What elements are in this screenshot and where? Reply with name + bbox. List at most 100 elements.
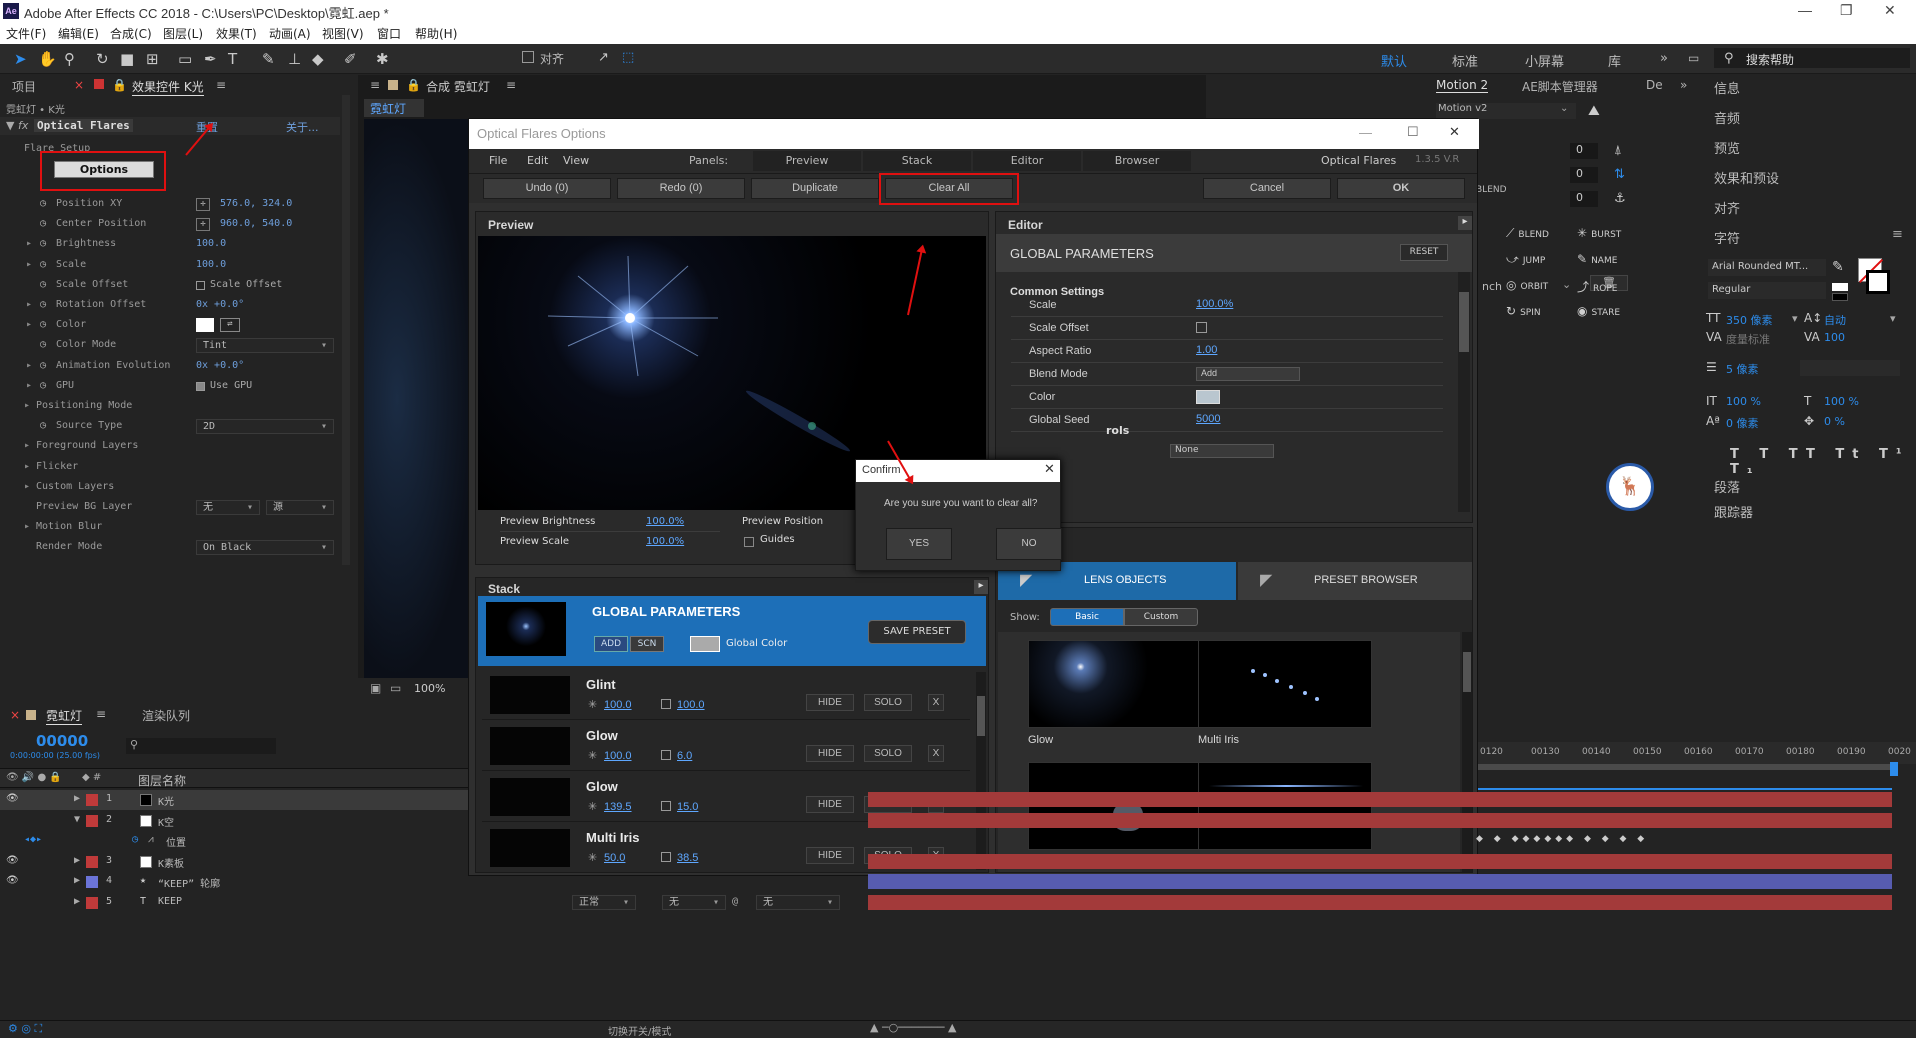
layer-duration-bar[interactable] <box>868 792 1892 807</box>
stroke-width-value[interactable]: 5 像素 <box>1726 361 1759 377</box>
lens-stare-button[interactable]: ◉ STARE <box>1577 304 1620 318</box>
effect-row-gpu[interactable]: ▸ ◷ GPU Use GPU <box>0 377 340 397</box>
effect-row-preview-bg-layer[interactable]: Preview BG Layer 无源 <box>0 498 340 518</box>
tab-timeline[interactable]: 霓虹灯 <box>46 707 83 725</box>
stack-brightness-value[interactable]: 100.0 <box>604 750 632 762</box>
effect-row-positioning-mode[interactable]: ▸ Positioning Mode <box>0 397 340 417</box>
monitor-icon[interactable]: ▭ <box>390 681 401 695</box>
white-swatch[interactable] <box>1832 283 1848 291</box>
zoom-slider[interactable]: ▲ ─○─────── ▲ <box>870 1021 957 1034</box>
menu-view[interactable]: View <box>563 154 589 167</box>
label-color[interactable] <box>86 896 98 909</box>
stopwatch-icon[interactable]: ◷ <box>40 218 46 229</box>
snap-target-icon[interactable]: ⬚ <box>622 50 634 65</box>
effect-row-custom-layers[interactable]: ▸ Custom Layers <box>0 478 340 498</box>
anchor-icon[interactable]: ⚓ <box>1614 191 1626 206</box>
eye-icon[interactable]: 👁 <box>6 875 19 886</box>
stack-brightness-value[interactable]: 50.0 <box>604 852 625 864</box>
effect-row-center-position[interactable]: ◷ Center Position ✛ 960.0, 540.0 <box>0 215 340 235</box>
eye-icon[interactable]: 👁 <box>6 855 19 866</box>
parent-select[interactable]: 无 <box>756 894 840 910</box>
vertical-scale-value[interactable]: 100 % <box>1726 395 1761 408</box>
minimize-icon[interactable]: — <box>1798 2 1812 18</box>
stack-row-glint[interactable]: Glint ✳ 100.0 100.0 HIDE SOLO X <box>482 672 970 720</box>
expand-icon[interactable]: ▸ <box>24 461 30 472</box>
black-swatch[interactable] <box>1832 293 1848 301</box>
menu-layer[interactable]: 图层(L) <box>163 25 203 42</box>
tab-editor[interactable]: Editor <box>973 151 1081 171</box>
effect-row-brightness[interactable]: ▸ ◷ Brightness 100.0 <box>0 235 340 255</box>
layer-name[interactable]: “KEEP” 轮廓 <box>158 875 220 890</box>
clone-tool-icon[interactable]: ⊥ <box>288 50 301 68</box>
editor-param-color[interactable]: Color <box>1011 386 1443 409</box>
expand-icon[interactable]: ▸ <box>24 400 30 411</box>
font-size-value[interactable]: 350 像素 <box>1726 312 1773 328</box>
expand-icon[interactable]: ▸ <box>26 380 32 391</box>
workspace-library[interactable]: 库 <box>1608 51 1621 70</box>
selection-tool-icon[interactable]: ➤ <box>14 50 27 68</box>
stack-row-glow[interactable]: Glow ✳ 100.0 6.0 HIDE SOLO X <box>482 723 970 771</box>
layer-name[interactable]: K空 <box>158 814 174 829</box>
lens-name-button[interactable]: ✎ NAME <box>1577 252 1617 266</box>
menu-edit[interactable]: 编辑(E) <box>58 25 99 42</box>
effect-row-value[interactable]: 0x +0.0° <box>196 299 244 310</box>
effect-row-value[interactable]: 960.0, 540.0 <box>220 218 292 229</box>
stopwatch-icon[interactable]: ◷ <box>40 279 46 290</box>
lock-icon[interactable]: 🔒 <box>112 78 127 92</box>
panel-item[interactable]: 音频 <box>1714 108 1740 127</box>
global-parameters-row[interactable]: GLOBAL PARAMETERS ADD SCN Global Color S… <box>478 596 986 666</box>
panel-item[interactable]: 效果和预设 <box>1714 168 1779 187</box>
effect-row-render-mode[interactable]: Render Mode On Black <box>0 538 340 558</box>
panel-menu-icon[interactable]: ≡ <box>96 707 106 721</box>
remove-button[interactable]: X <box>928 694 944 711</box>
expand-icon[interactable]: ▶ <box>74 875 80 886</box>
tab-preset-browser[interactable]: ◤ PRESET BROWSER <box>1238 562 1472 600</box>
lock-icon[interactable]: 🔒 <box>406 78 421 92</box>
timeline-search-icon[interactable]: ⚲ <box>126 738 276 754</box>
effect-row-animation-evolution[interactable]: ▸ ◷ Animation Evolution 0x +0.0° <box>0 357 340 377</box>
expand-icon[interactable]: ▸ <box>24 481 30 492</box>
eyedropper-icon[interactable]: ✎ <box>1832 259 1844 275</box>
menu-file[interactable]: 文件(F) <box>6 25 46 42</box>
keyframes[interactable]: ◆ ◆ ◆◆◆◆◆◆ ◆ ◆ ◆ ◆ <box>1476 834 1648 844</box>
lens-thumb-multi-iris[interactable] <box>1198 640 1372 728</box>
tab-preview[interactable]: Preview <box>753 151 861 171</box>
panel-item[interactable]: 对齐 <box>1714 198 1740 217</box>
stopwatch-icon[interactable]: ◷ <box>40 360 46 371</box>
timecode[interactable]: 00000 <box>36 732 88 750</box>
effect-row-motion-blur[interactable]: ▸ Motion Blur <box>0 518 340 538</box>
expand-icon[interactable]: ▶ <box>74 793 80 804</box>
workspace-small[interactable]: 小屏幕 <box>1525 51 1564 70</box>
close-icon[interactable]: ✕ <box>1884 2 1896 19</box>
lens-jump-button[interactable]: ⤻ JUMP <box>1506 252 1545 267</box>
about-link[interactable]: 关于... <box>286 119 319 135</box>
editor-param-scale[interactable]: Scale 100.0% <box>1011 294 1443 317</box>
panel-menu-icon[interactable]: ≡ <box>1892 227 1903 242</box>
comp-subtab[interactable]: 霓虹灯 <box>364 99 424 117</box>
expand-icon[interactable]: ▼ <box>74 814 80 825</box>
label-color[interactable] <box>86 855 98 868</box>
blend-mode-select[interactable]: Add <box>1196 367 1300 381</box>
effect-row-select[interactable]: On Black <box>196 540 334 556</box>
timeline-layer-row[interactable]: ▶ 5 T KEEP 正常 无 @ 无 <box>0 893 868 913</box>
expand-icon[interactable]: ▸ <box>26 360 32 371</box>
param-value[interactable]: 5000 <box>1196 413 1220 425</box>
blend-mode-select[interactable]: 正常 <box>572 894 636 910</box>
label-color[interactable] <box>86 794 98 806</box>
motion-num-2[interactable]: 0 <box>1570 167 1598 183</box>
leading-value[interactable]: 自动 <box>1824 312 1846 328</box>
hide-button[interactable]: HIDE <box>806 796 854 813</box>
tab-browser[interactable]: Browser <box>1083 151 1191 171</box>
anchor-icon[interactable]: ⍋ <box>1614 143 1622 158</box>
preview-brightness-value[interactable]: 100.0% <box>646 516 684 527</box>
custom-toggle[interactable]: Custom <box>1124 608 1198 626</box>
global-color-swatch[interactable] <box>690 636 720 652</box>
tab-ae-script[interactable]: AE脚本管理器 <box>1522 78 1598 95</box>
crosshair-icon[interactable]: ✛ <box>196 198 210 211</box>
tab-de[interactable]: De <box>1646 78 1663 92</box>
effect-row-source-type[interactable]: ◷ Source Type 2D <box>0 417 340 437</box>
editor-param-global-seed[interactable]: Global Seed 5000 <box>1011 409 1443 432</box>
yes-button[interactable]: YES <box>886 528 952 560</box>
search-help-input[interactable]: 搜索帮助 <box>1746 51 1794 68</box>
rotate-tool-icon[interactable]: ↻ <box>96 50 109 68</box>
